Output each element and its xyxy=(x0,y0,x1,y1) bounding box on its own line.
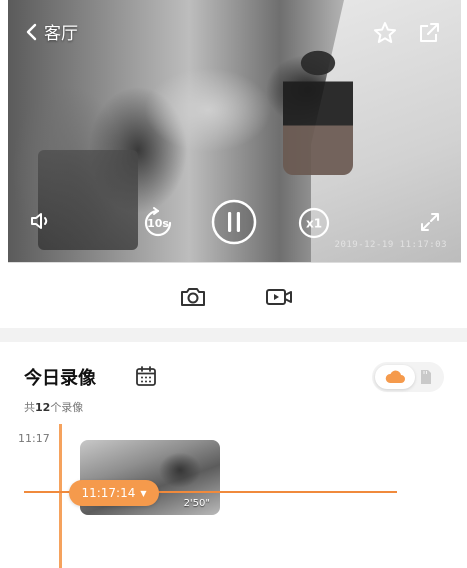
sd-card-icon xyxy=(421,370,431,384)
share-button[interactable] xyxy=(416,20,442,46)
current-time-label: 11:17:14 xyxy=(81,486,136,500)
records-count-prefix: 共 xyxy=(24,401,35,414)
pause-button[interactable] xyxy=(210,198,258,250)
calendar-icon xyxy=(136,366,156,386)
video-player[interactable]: 客厅 10s x1 2019-12-19 11:17:03 xyxy=(8,0,461,263)
camera-icon xyxy=(181,288,205,306)
records-section: 今日录像 共12个录像 11:17 2'50" 11:17:14 ▼ xyxy=(0,342,467,568)
section-divider xyxy=(0,328,467,342)
records-count: 共12个录像 xyxy=(24,399,83,415)
share-external-icon xyxy=(420,23,439,42)
clip-duration: 2'50" xyxy=(183,498,210,509)
fullscreen-icon xyxy=(421,213,439,231)
storage-source-toggle[interactable] xyxy=(372,362,444,392)
cloud-icon xyxy=(385,370,405,383)
video-top-bar: 客厅 xyxy=(8,0,461,60)
rewind-label: 10s xyxy=(147,217,169,230)
star-icon xyxy=(374,22,396,43)
rewind-10s-button[interactable]: 10s xyxy=(138,203,178,247)
record-video-button[interactable] xyxy=(264,282,294,312)
timeline-axis xyxy=(59,424,62,568)
back-button[interactable] xyxy=(22,22,42,42)
speed-label: x1 xyxy=(306,217,322,231)
records-title: 今日录像 xyxy=(24,368,96,389)
volume-button[interactable] xyxy=(28,208,54,238)
records-count-value: 12 xyxy=(35,401,51,414)
pause-icon xyxy=(211,199,257,245)
record-timeline[interactable]: 11:17 2'50" 11:17:14 ▼ xyxy=(0,424,467,568)
favorite-button[interactable] xyxy=(372,20,398,46)
speaker-icon xyxy=(31,213,48,229)
playback-speed-button[interactable]: x1 xyxy=(294,203,334,247)
calendar-button[interactable] xyxy=(134,364,158,388)
caret-down-icon: ▼ xyxy=(140,488,147,498)
current-time-pill[interactable]: 11:17:14 ▼ xyxy=(69,480,159,506)
speed-icon: x1 xyxy=(298,207,330,239)
video-camera-icon xyxy=(266,289,292,305)
fullscreen-button[interactable] xyxy=(418,210,442,238)
records-count-suffix: 个录像 xyxy=(50,401,84,414)
timeline-hour-label: 11:17 xyxy=(18,432,50,445)
action-row xyxy=(0,264,467,328)
device-title: 客厅 xyxy=(44,24,78,44)
video-timestamp: 2019-12-19 11:17:03 xyxy=(334,240,447,250)
chevron-left-icon xyxy=(26,23,37,41)
screenshot-button[interactable] xyxy=(178,282,208,312)
video-scene-person xyxy=(283,45,353,175)
rewind-icon: 10s xyxy=(144,207,172,237)
